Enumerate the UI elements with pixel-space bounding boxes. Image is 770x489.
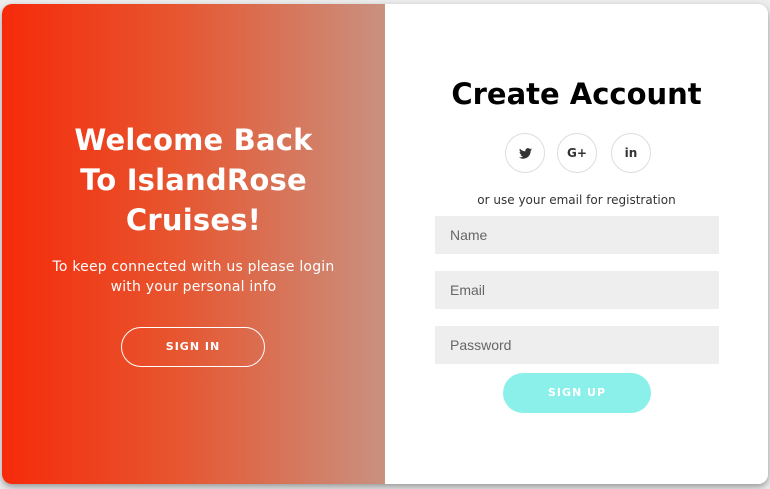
welcome-title: Welcome Back To IslandRose Cruises! (2, 120, 385, 240)
sign-up-button[interactable]: SIGN UP (503, 373, 651, 413)
auth-card: Welcome Back To IslandRose Cruises! To k… (2, 4, 768, 484)
welcome-message-line-2: with your personal info (110, 279, 277, 295)
sign-in-button[interactable]: SIGN IN (121, 327, 265, 367)
social-login-group: G+ in (505, 133, 651, 173)
welcome-panel: Welcome Back To IslandRose Cruises! To k… (2, 4, 385, 484)
create-account-title: Create Account (451, 77, 702, 111)
registration-hint: or use your email for registration (477, 193, 676, 207)
welcome-message-line-1: To keep connected with us please login (52, 259, 335, 275)
welcome-title-line-1: Welcome Back (74, 123, 313, 157)
google-plus-icon: G+ (567, 146, 587, 160)
password-input[interactable] (435, 326, 719, 364)
twitter-button[interactable] (505, 133, 545, 173)
linkedin-button[interactable]: in (611, 133, 651, 173)
twitter-icon (518, 146, 532, 160)
welcome-title-line-3: Cruises! (125, 203, 262, 237)
email-input[interactable] (435, 271, 719, 309)
welcome-title-line-2: To IslandRose (80, 163, 307, 197)
name-input[interactable] (435, 216, 719, 254)
welcome-message: To keep connected with us please login w… (2, 257, 385, 297)
google-plus-button[interactable]: G+ (557, 133, 597, 173)
linkedin-icon: in (624, 146, 638, 160)
sign-up-panel: Create Account G+ in or use your email f… (385, 4, 768, 484)
